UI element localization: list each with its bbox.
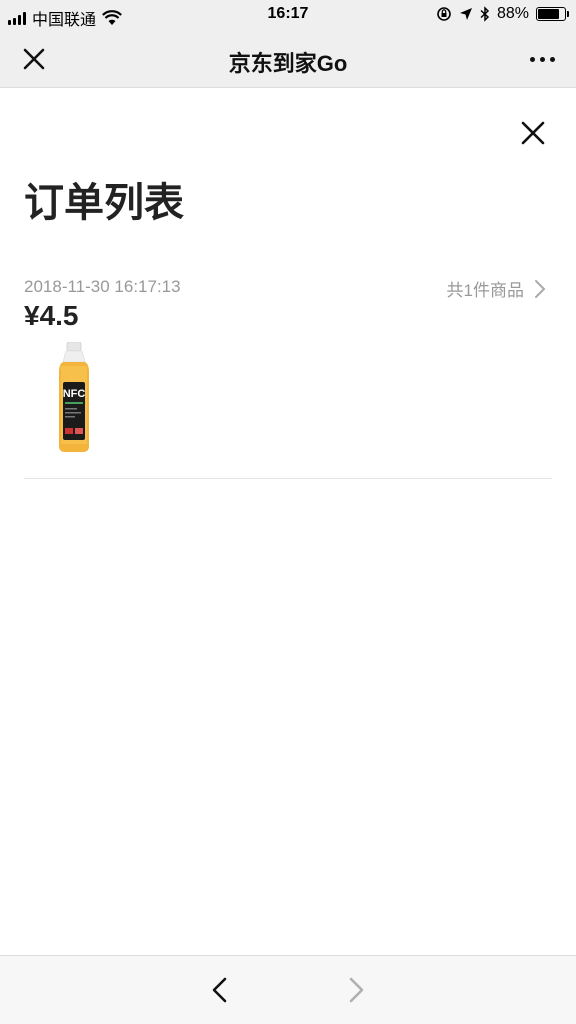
close-button[interactable]: [14, 40, 54, 80]
forward-button[interactable]: [336, 970, 376, 1010]
page-title: 订单列表: [24, 181, 184, 225]
battery-fill: [538, 9, 560, 19]
chevron-right-icon: [535, 279, 546, 298]
navigation-bar: 京东到家Go: [0, 30, 576, 88]
order-price: ¥4.5: [24, 300, 79, 331]
status-right: 88%: [436, 5, 569, 23]
product-label: NFC: [63, 388, 86, 400]
more-dot: [539, 56, 545, 62]
order-item-count[interactable]: 共1件商品: [447, 276, 546, 301]
close-icon: [521, 121, 545, 145]
more-button[interactable]: [522, 44, 562, 74]
more-dot: [529, 56, 535, 62]
order-item[interactable]: 2018-11-30 16:17:13 共1件商品 ¥4.5 NFC: [24, 270, 552, 479]
bottom-toolbar: [0, 955, 576, 1024]
screen: 中国联通 16:17 88% 京东到家Go 订单列表 2018-11-30 16…: [0, 0, 576, 1024]
nav-title: 京东到家Go: [228, 51, 348, 76]
more-dot: [549, 56, 555, 62]
chevron-right-icon: [349, 977, 364, 1003]
back-button[interactable]: [200, 970, 240, 1010]
bluetooth-icon: [480, 6, 490, 22]
dismiss-button[interactable]: [514, 114, 552, 152]
status-bar: 中国联通 16:17 88%: [0, 0, 576, 30]
battery-percent: 88%: [496, 5, 529, 22]
close-icon: [23, 48, 45, 70]
order-datetime: 2018-11-30 16:17:13: [24, 277, 181, 296]
location-icon: [459, 8, 472, 20]
chevron-left-icon: [212, 977, 227, 1003]
rotation-lock-icon: [437, 7, 451, 21]
product-image[interactable]: NFC: [54, 342, 94, 454]
item-count-label: 共1件商品: [446, 281, 524, 300]
battery-icon: [536, 7, 569, 21]
